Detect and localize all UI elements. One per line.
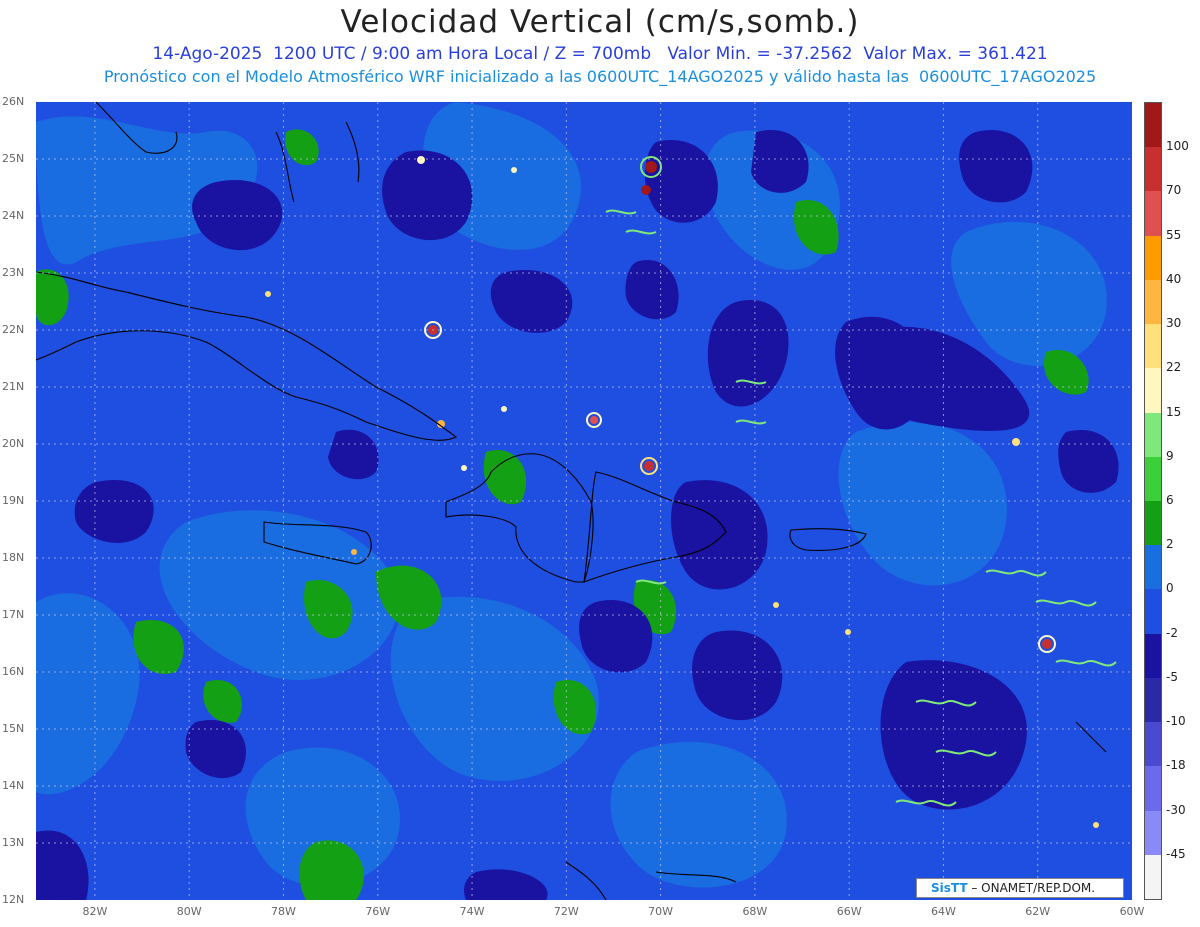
- lat-label: 18N: [2, 551, 25, 564]
- colorbar-label: -18: [1166, 758, 1186, 773]
- lat-label: 13N: [2, 836, 25, 849]
- colorbar-segment: [1145, 103, 1161, 148]
- colorbar-label: 30: [1166, 316, 1182, 331]
- colorbar-label: -2: [1166, 625, 1178, 640]
- lat-label: 14N: [2, 779, 25, 792]
- colorbar-segment: [1145, 324, 1161, 369]
- colorbar-segment: [1145, 545, 1161, 590]
- lon-label: 68W: [742, 905, 768, 918]
- lat-label: 17N: [2, 608, 25, 621]
- lat-label: 16N: [2, 665, 25, 678]
- colorbar-label: 100: [1166, 139, 1189, 154]
- lon-label: 66W: [836, 905, 862, 918]
- colorbar-label: -5: [1166, 669, 1178, 684]
- map-canvas: [36, 102, 1132, 900]
- colorbar-segment: [1145, 191, 1161, 236]
- colorbar-segment: [1145, 456, 1161, 501]
- lon-label: 64W: [931, 905, 956, 918]
- lat-label: 12N: [2, 893, 25, 906]
- colorbar-label: 70: [1166, 183, 1182, 198]
- credit-text: – ONAMET/REP.DOM.: [967, 881, 1096, 895]
- colorbar-segment: [1145, 722, 1161, 767]
- lon-label: 76W: [365, 905, 391, 918]
- colorbar-segment: [1145, 589, 1161, 634]
- colorbar-label: -45: [1166, 846, 1186, 861]
- lat-label: 24N: [2, 209, 25, 222]
- lon-label: 62W: [1025, 905, 1051, 918]
- colorbar-segment: [1145, 147, 1161, 192]
- lon-label: 74W: [459, 905, 485, 918]
- lon-label: 72W: [553, 905, 579, 918]
- lat-label: 26N: [2, 95, 25, 108]
- colorbar-label: 0: [1166, 581, 1174, 596]
- lat-label: 15N: [2, 722, 25, 735]
- lat-label: 23N: [2, 266, 25, 279]
- colorbar-segment: [1145, 412, 1161, 457]
- colorbar-label: 6: [1166, 493, 1174, 507]
- colorbar-segment: [1145, 810, 1161, 855]
- colorbar-label: -30: [1166, 802, 1186, 817]
- vertical-velocity-map: [36, 102, 1132, 900]
- colorbar-label: -10: [1166, 714, 1186, 729]
- lon-label: 82W: [82, 905, 108, 918]
- colorbar: [1144, 102, 1162, 900]
- colorbar-segment: [1145, 854, 1161, 899]
- credit-brand: SisTT: [931, 881, 968, 895]
- colorbar-label: 40: [1166, 271, 1182, 286]
- colorbar-label: 9: [1166, 448, 1174, 463]
- colorbar-segment: [1145, 677, 1161, 723]
- map-subtitle-model: Pronóstico con el Modelo Atmosférico WRF…: [103, 67, 1097, 86]
- colorbar-segment: [1145, 500, 1161, 546]
- lon-label: 60W: [1119, 905, 1145, 918]
- colorbar-label: 15: [1166, 404, 1182, 419]
- credit-box: SisTT – ONAMET/REP.DOM.: [916, 878, 1124, 898]
- lat-label: 21N: [2, 380, 25, 393]
- lat-label: 20N: [2, 437, 25, 450]
- lat-label: 22N: [2, 323, 25, 336]
- lon-label: 80W: [176, 905, 202, 918]
- colorbar-segment: [1145, 279, 1161, 325]
- colorbar-label: 55: [1166, 227, 1182, 242]
- map-subtitle-time: 14-Ago-2025 1200 UTC / 9:00 am Hora Loca…: [152, 44, 1048, 64]
- map-title: Velocidad Vertical (cm/s,somb.): [340, 4, 860, 40]
- colorbar-label: 2: [1166, 537, 1174, 552]
- colorbar-segment: [1145, 766, 1161, 811]
- lon-label: 70W: [648, 905, 674, 918]
- colorbar-label: 22: [1166, 360, 1182, 375]
- colorbar-segment: [1145, 368, 1161, 413]
- lon-label: 78W: [271, 905, 296, 918]
- lat-label: 25N: [2, 152, 25, 165]
- lat-label: 19N: [2, 494, 25, 507]
- colorbar-segment: [1145, 235, 1161, 280]
- colorbar-segment: [1145, 633, 1161, 678]
